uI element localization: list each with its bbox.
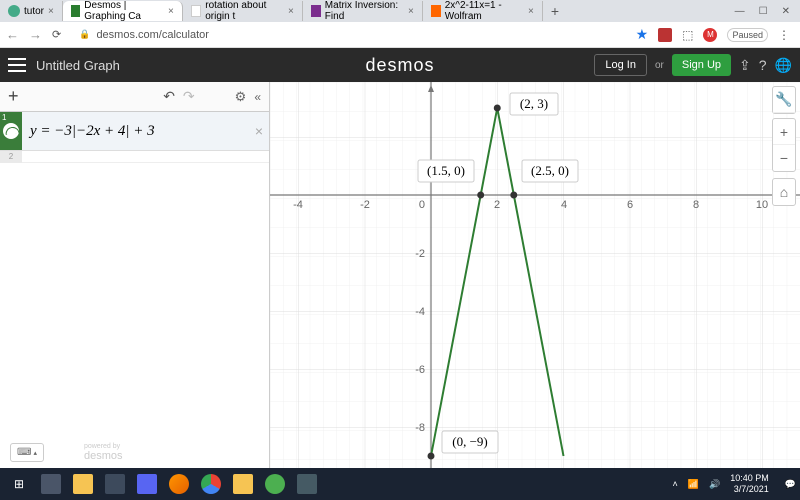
close-icon[interactable]: × bbox=[528, 6, 534, 17]
taskbar-app-icon[interactable] bbox=[228, 471, 258, 497]
extension-icon[interactable] bbox=[658, 28, 672, 42]
settings-icon[interactable]: ⚙ bbox=[235, 89, 247, 105]
svg-text:(2, 3): (2, 3) bbox=[520, 96, 548, 111]
svg-text:-4: -4 bbox=[293, 199, 303, 211]
desmos-logo: desmos bbox=[365, 55, 434, 76]
svg-text:-6: -6 bbox=[415, 364, 425, 376]
browser-tab[interactable]: tutor × bbox=[0, 1, 63, 21]
svg-text:(0, −9): (0, −9) bbox=[452, 434, 488, 449]
chrome-icon[interactable] bbox=[196, 471, 226, 497]
svg-text:2: 2 bbox=[494, 199, 500, 211]
expression-row-empty[interactable]: 2 bbox=[0, 151, 269, 163]
powered-by-label: powered by desmos bbox=[84, 443, 123, 462]
tray-up-icon[interactable]: ˄ bbox=[673, 479, 678, 489]
svg-text:0: 0 bbox=[419, 199, 425, 211]
share-icon[interactable]: ⇪ bbox=[739, 57, 751, 74]
zoom-group: + − bbox=[772, 118, 796, 172]
taskbar-app-icon[interactable] bbox=[100, 471, 130, 497]
taskbar-app-icon[interactable] bbox=[260, 471, 290, 497]
expression-toolbar: + ↶ ↷ ⚙ « bbox=[0, 82, 269, 112]
browser-tab[interactable]: rotation about origin t × bbox=[183, 1, 303, 21]
svg-text:8: 8 bbox=[693, 199, 699, 211]
extensions-menu-icon[interactable]: ⬚ bbox=[682, 28, 693, 42]
browser-tab-active[interactable]: Desmos | Graphing Ca × bbox=[63, 1, 183, 21]
svg-text:6: 6 bbox=[627, 199, 633, 211]
maximize-icon[interactable]: ☐ bbox=[759, 6, 768, 17]
graph-settings-group: 🔧 bbox=[772, 86, 796, 114]
expression-panel: + ↶ ↷ ⚙ « 1 y = −3|−2x + 4| + 3 × 2 ⌨ ▴ … bbox=[0, 82, 270, 468]
zoom-in-button[interactable]: + bbox=[773, 119, 795, 145]
svg-text:4: 4 bbox=[561, 199, 567, 211]
app-header: Untitled Graph desmos Log In or Sign Up … bbox=[0, 48, 800, 82]
url-text: desmos.com/calculator bbox=[96, 29, 209, 41]
login-button[interactable]: Log In bbox=[594, 54, 647, 76]
network-icon[interactable]: 📶 bbox=[688, 479, 699, 490]
undo-button[interactable]: ↶ bbox=[163, 88, 175, 105]
tab-title: tutor bbox=[24, 6, 44, 17]
home-button[interactable]: ⌂ bbox=[773, 179, 795, 205]
browser-tab[interactable]: Matrix Inversion: Find × bbox=[303, 1, 423, 21]
notifications-icon[interactable]: 💬 bbox=[785, 479, 796, 490]
expression-row[interactable]: 1 y = −3|−2x + 4| + 3 × bbox=[0, 112, 269, 151]
clock[interactable]: 10:40 PM 3/7/2021 bbox=[730, 473, 775, 495]
tab-title: Desmos | Graphing Ca bbox=[84, 1, 164, 21]
expression-index[interactable]: 1 bbox=[0, 112, 22, 150]
menu-icon[interactable] bbox=[8, 58, 26, 72]
home-group: ⌂ bbox=[772, 178, 796, 206]
browser-menu-icon[interactable]: ⋮ bbox=[778, 28, 790, 42]
taskbar-app-icon[interactable] bbox=[292, 471, 322, 497]
back-button[interactable]: ← bbox=[6, 27, 19, 42]
profile-paused-label: Paused bbox=[727, 28, 768, 42]
volume-icon[interactable]: 🔊 bbox=[709, 479, 720, 490]
or-text: or bbox=[655, 60, 664, 71]
close-icon[interactable]: × bbox=[168, 6, 174, 17]
bookmark-icon[interactable]: ★ bbox=[636, 26, 649, 43]
minimize-icon[interactable]: — bbox=[735, 6, 745, 17]
signup-button[interactable]: Sign Up bbox=[672, 54, 731, 76]
graph-title[interactable]: Untitled Graph bbox=[36, 58, 120, 73]
browser-tab[interactable]: 2x^2-11x=1 - Wolfram × bbox=[423, 1, 543, 21]
lock-icon: 🔒 bbox=[79, 29, 90, 40]
close-icon[interactable]: × bbox=[288, 6, 294, 17]
close-icon[interactable]: × bbox=[48, 6, 54, 17]
help-icon[interactable]: ? bbox=[759, 57, 767, 73]
tab-title: Matrix Inversion: Find bbox=[325, 1, 404, 21]
tab-title: rotation about origin t bbox=[205, 1, 284, 21]
tab-title: 2x^2-11x=1 - Wolfram bbox=[445, 1, 524, 21]
zoom-out-button[interactable]: − bbox=[773, 145, 795, 171]
redo-button[interactable]: ↷ bbox=[183, 88, 195, 105]
wrench-icon[interactable]: 🔧 bbox=[773, 87, 795, 113]
close-icon[interactable]: × bbox=[408, 6, 414, 17]
browser-nav-bar: ← → ⟳ 🔒 desmos.com/calculator ★ ⬚ M Paus… bbox=[0, 22, 800, 48]
address-bar[interactable]: 🔒 desmos.com/calculator bbox=[71, 29, 625, 41]
firefox-icon[interactable] bbox=[164, 471, 194, 497]
svg-text:-4: -4 bbox=[415, 306, 425, 318]
profile-avatar[interactable]: M bbox=[703, 28, 717, 42]
language-icon[interactable]: 🌐 bbox=[775, 57, 792, 74]
new-tab-button[interactable]: + bbox=[543, 3, 567, 19]
start-button[interactable]: ⊞ bbox=[4, 471, 34, 497]
svg-text:(2.5, 0): (2.5, 0) bbox=[531, 163, 569, 178]
expression-index: 2 bbox=[0, 151, 22, 163]
svg-text:-2: -2 bbox=[415, 248, 425, 260]
graph-canvas[interactable]: minor -4 -2 0 2 4 bbox=[270, 82, 800, 468]
svg-text:-8: -8 bbox=[415, 422, 425, 434]
expression-input[interactable]: y = −3|−2x + 4| + 3 bbox=[22, 117, 255, 146]
keyboard-button[interactable]: ⌨ ▴ bbox=[10, 443, 44, 462]
browser-tab-strip: tutor × Desmos | Graphing Ca × rotation ab… bbox=[0, 0, 800, 22]
close-window-icon[interactable]: ✕ bbox=[782, 6, 790, 17]
task-view-icon[interactable] bbox=[36, 471, 66, 497]
svg-text:10: 10 bbox=[756, 199, 768, 211]
file-explorer-icon[interactable] bbox=[68, 471, 98, 497]
windows-taskbar: ⊞ ˄ 📶 🔊 10:40 PM 3/7/2021 💬 bbox=[0, 468, 800, 500]
delete-expression-icon[interactable]: × bbox=[255, 123, 269, 139]
plot-color-icon[interactable] bbox=[3, 123, 19, 139]
svg-text:-2: -2 bbox=[360, 199, 370, 211]
collapse-panel-icon[interactable]: « bbox=[254, 90, 261, 104]
svg-text:(1.5, 0): (1.5, 0) bbox=[427, 163, 465, 178]
reload-button[interactable]: ⟳ bbox=[52, 28, 61, 41]
taskbar-app-icon[interactable] bbox=[132, 471, 162, 497]
add-expression-button[interactable]: + bbox=[8, 86, 19, 107]
forward-button[interactable]: → bbox=[29, 27, 42, 42]
